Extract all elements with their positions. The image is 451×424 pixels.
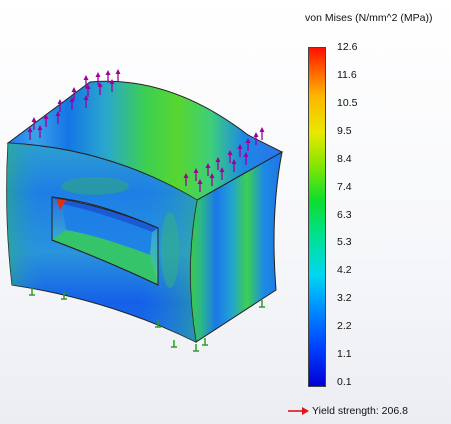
arrow-right-icon (288, 407, 309, 415)
legend-tick-label: 11.6 (337, 68, 357, 81)
stress-band (161, 212, 179, 288)
force-arrow-icon (259, 127, 265, 140)
fixture-icon (171, 340, 177, 348)
legend-tick-label: 9.5 (337, 124, 352, 137)
legend-tick-label: 2.2 (337, 320, 352, 333)
legend-color-bar (308, 47, 326, 387)
model-viewport[interactable] (0, 0, 451, 424)
legend-tick-label: 4.2 (337, 264, 352, 277)
legend-tick-label: 8.4 (337, 152, 352, 165)
yield-strength-label: Yield strength: 206.8 (312, 405, 408, 417)
stress-band (61, 177, 129, 195)
legend-tick-label: 10.5 (337, 96, 358, 109)
legend-tick-label: 3.2 (337, 292, 352, 305)
legend-tick-label: 0.1 (337, 376, 352, 388)
legend-title: von Mises (N/mm^2 (MPa)) (305, 12, 433, 24)
legend-tick-label: 12.6 (337, 41, 358, 53)
yield-strength-indicator: Yield strength: 206.8 (288, 404, 408, 418)
fixture-icon (193, 344, 199, 352)
legend-tick-label: 7.4 (337, 180, 352, 193)
fixture-icon (202, 338, 208, 346)
force-arrow-icon (115, 69, 121, 82)
legend-tick-label: 6.3 (337, 208, 352, 221)
legend-tick-label: 5.3 (337, 236, 352, 249)
legend-tick-label: 1.1 (337, 348, 352, 361)
